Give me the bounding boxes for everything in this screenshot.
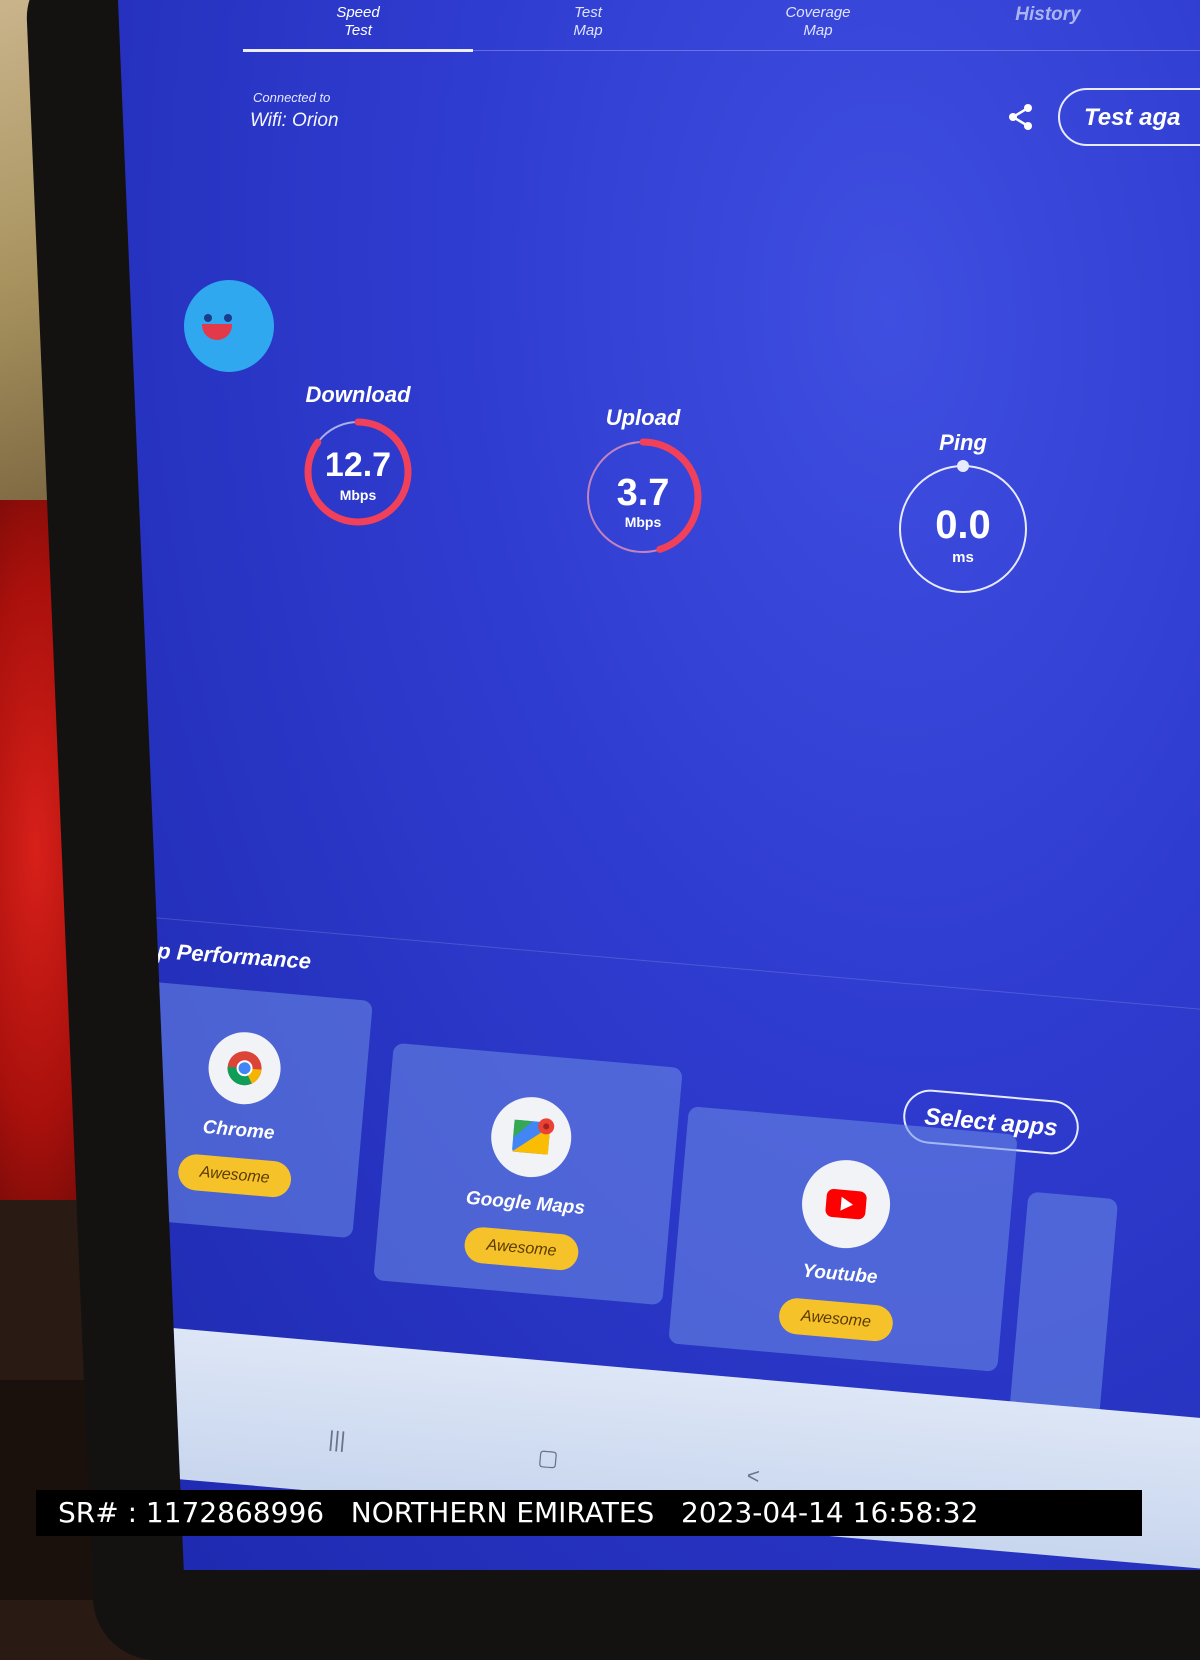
share-icon[interactable] <box>1006 102 1036 132</box>
tab-label: Test Map <box>573 4 603 39</box>
app-name: Google Maps <box>465 1187 586 1220</box>
tab-coverage-map[interactable]: Coverage Map <box>703 0 933 52</box>
ping-unit: ms <box>952 549 974 566</box>
test-again-button[interactable]: Test aga <box>1058 88 1200 146</box>
google-maps-icon <box>487 1093 575 1181</box>
app-card-partial[interactable] <box>1007 1191 1119 1437</box>
upload-metric: Upload 3.7 Mbps <box>573 405 713 559</box>
recents-icon[interactable]: ||| <box>327 1426 346 1453</box>
tab-label: Speed Test <box>336 4 380 39</box>
app-card-youtube[interactable]: Youtube Awesome <box>668 1106 1018 1372</box>
mascot-mouth <box>202 324 232 340</box>
download-value: 12.7 <box>325 446 391 484</box>
connection-network: Wifi: Orion <box>250 110 339 131</box>
chrome-icon <box>205 1029 284 1108</box>
tab-divider <box>243 50 1200 51</box>
download-unit: Mbps <box>340 487 377 503</box>
youtube-icon <box>798 1156 894 1252</box>
tab-bar: Speed Test Test Map Coverage Map History <box>243 0 1200 52</box>
app-name: Youtube <box>801 1260 879 1289</box>
tab-speed-test[interactable]: Speed Test <box>243 0 473 52</box>
tab-history[interactable]: History <box>933 0 1163 52</box>
mascot-icon <box>184 280 274 372</box>
home-icon[interactable]: ▢ <box>537 1444 560 1472</box>
ping-metric: Ping 0.0 ms <box>888 430 1038 598</box>
download-gauge: 12.7 Mbps <box>304 418 412 526</box>
app-rating-badge: Awesome <box>463 1225 580 1272</box>
tab-label: History <box>1015 4 1081 25</box>
mascot-eye <box>224 314 232 322</box>
upload-unit: Mbps <box>625 514 662 530</box>
app-rating-badge: Awesome <box>777 1296 895 1343</box>
mascot-eye <box>204 314 212 322</box>
tab-test-map[interactable]: Test Map <box>473 0 703 52</box>
app-card-google-maps[interactable]: Google Maps Awesome <box>373 1042 683 1306</box>
download-label: Download <box>305 382 411 407</box>
upload-gauge: 3.7 Mbps <box>584 438 702 556</box>
ping-value: 0.0 <box>935 503 991 547</box>
photo-caption: SR# : 1172868996 NORTHERN EMIRATES 2023-… <box>36 1490 1142 1536</box>
connection-label: Connected to <box>253 90 331 105</box>
ping-label: Ping <box>939 430 987 455</box>
upload-value: 3.7 <box>617 472 670 514</box>
ping-gauge: 0.0 ms <box>899 460 1027 593</box>
app-rating-badge: Awesome <box>176 1152 293 1199</box>
tab-label: Coverage Map <box>785 4 851 39</box>
tablet-screen: Speed Test Test Map Coverage Map History… <box>118 0 1200 1570</box>
download-metric: Download 12.7 Mbps <box>288 382 428 532</box>
back-icon[interactable]: < <box>746 1463 761 1490</box>
upload-label: Upload <box>605 405 681 430</box>
ping-gauge-knob <box>957 460 969 472</box>
